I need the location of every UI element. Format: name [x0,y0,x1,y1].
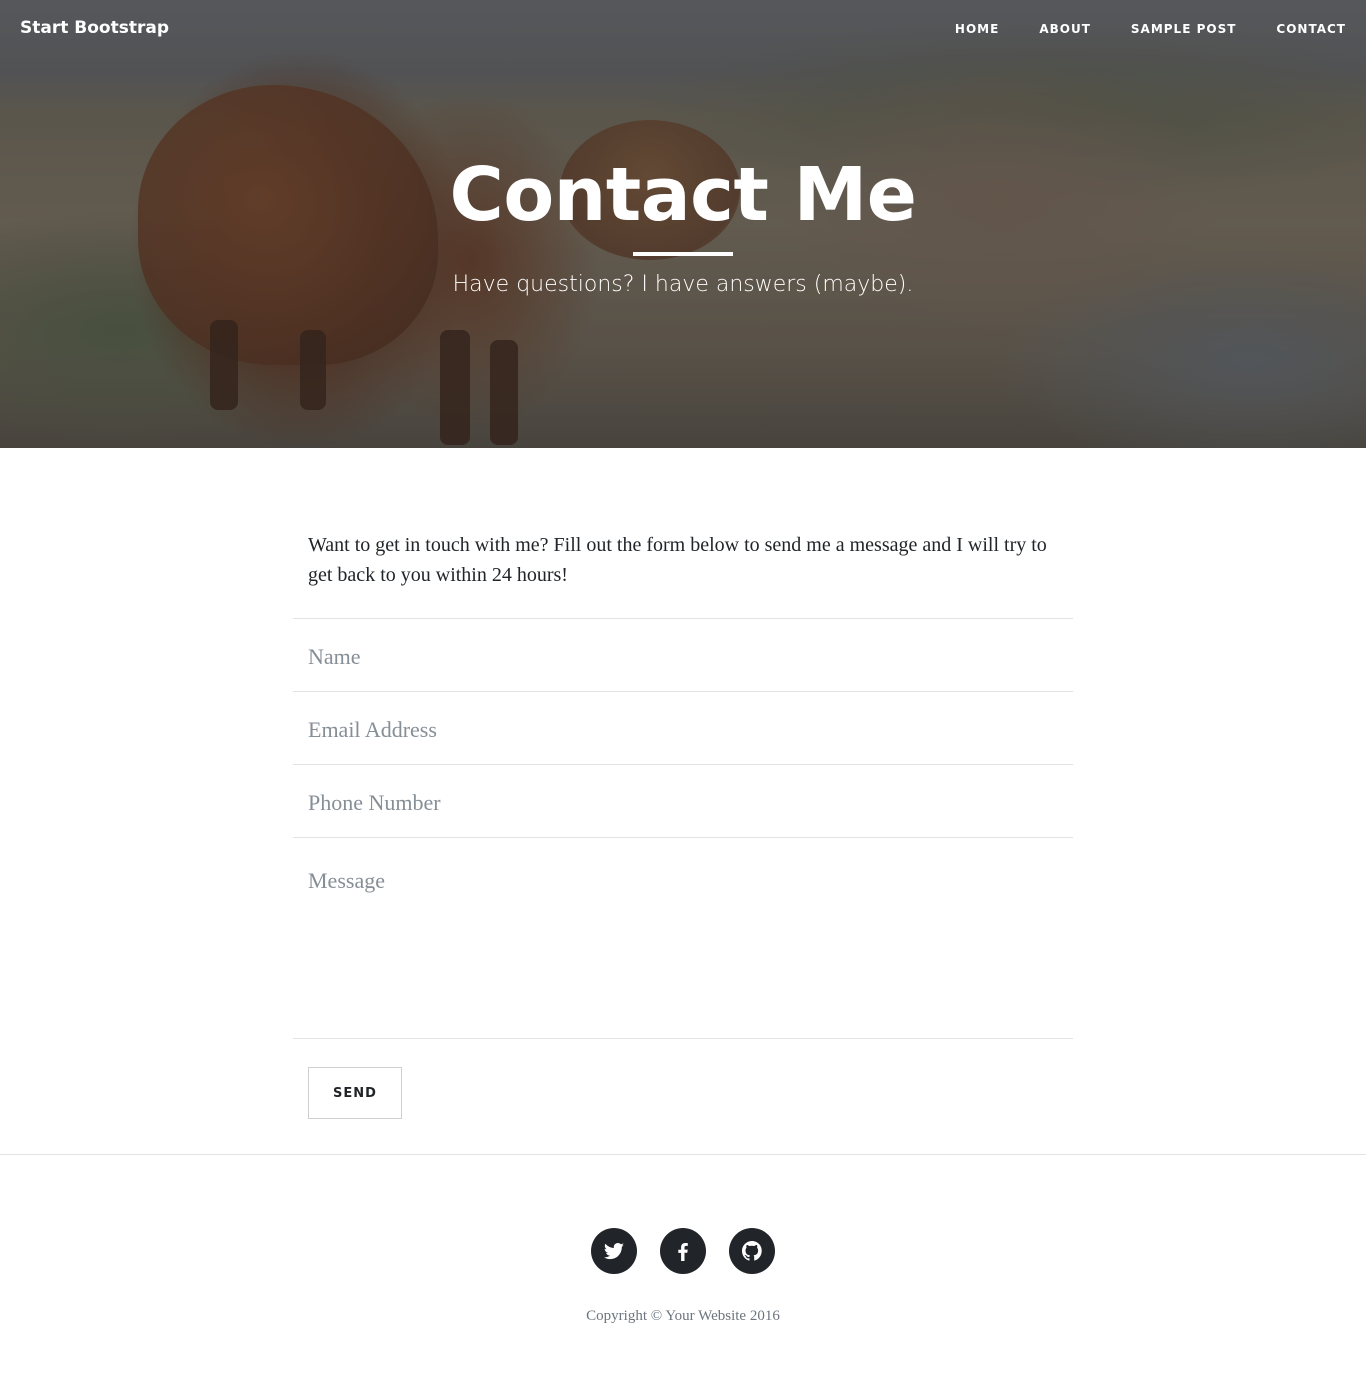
nav-links: HOME ABOUT SAMPLE POST CONTACT [955,22,1346,36]
page-subtitle: Have questions? I have answers (maybe). [452,272,914,297]
hero-divider [633,252,733,256]
nav-about-link[interactable]: ABOUT [1039,22,1091,36]
contact-section: Want to get in touch with me? Fill out t… [293,518,1073,1119]
twitter-icon [603,1243,624,1260]
nav-home-link[interactable]: HOME [955,22,999,36]
name-input[interactable] [308,644,1048,670]
hero-heading: Contact Me Have questions? I have answer… [0,150,1366,297]
phone-input[interactable] [308,790,1048,816]
name-row [293,618,1073,691]
top-navbar: Start Bootstrap HOME ABOUT SAMPLE POST C… [0,0,1366,60]
email-row [293,691,1073,764]
github-link[interactable] [729,1228,775,1274]
form-divider [293,1038,1073,1039]
hero-background-cow-leg [210,320,238,410]
hero-background-cow-leg [490,340,518,445]
copyright-text: Copyright © Your Website 2016 [586,1308,780,1324]
github-icon [742,1241,762,1261]
social-links [0,1228,1366,1274]
footer-divider [0,1154,1366,1155]
brand-link[interactable]: Start Bootstrap [20,18,169,38]
page-title: Contact Me [449,152,917,238]
nav-sample-post-link[interactable]: SAMPLE POST [1131,22,1237,36]
message-textarea[interactable] [308,868,1048,1018]
email-input[interactable] [308,717,1048,743]
hero-background-cow-leg [440,330,470,445]
contact-intro-text: Want to get in touch with me? Fill out t… [308,534,1047,586]
phone-row [293,764,1073,837]
facebook-link[interactable] [660,1228,706,1274]
send-button[interactable]: SEND [308,1067,402,1119]
facebook-icon [678,1243,688,1261]
twitter-link[interactable] [591,1228,637,1274]
hero-background-cow-leg [300,330,326,410]
message-row [293,837,1073,1038]
contact-form: SEND [293,618,1073,1119]
nav-contact-link[interactable]: CONTACT [1276,22,1346,36]
